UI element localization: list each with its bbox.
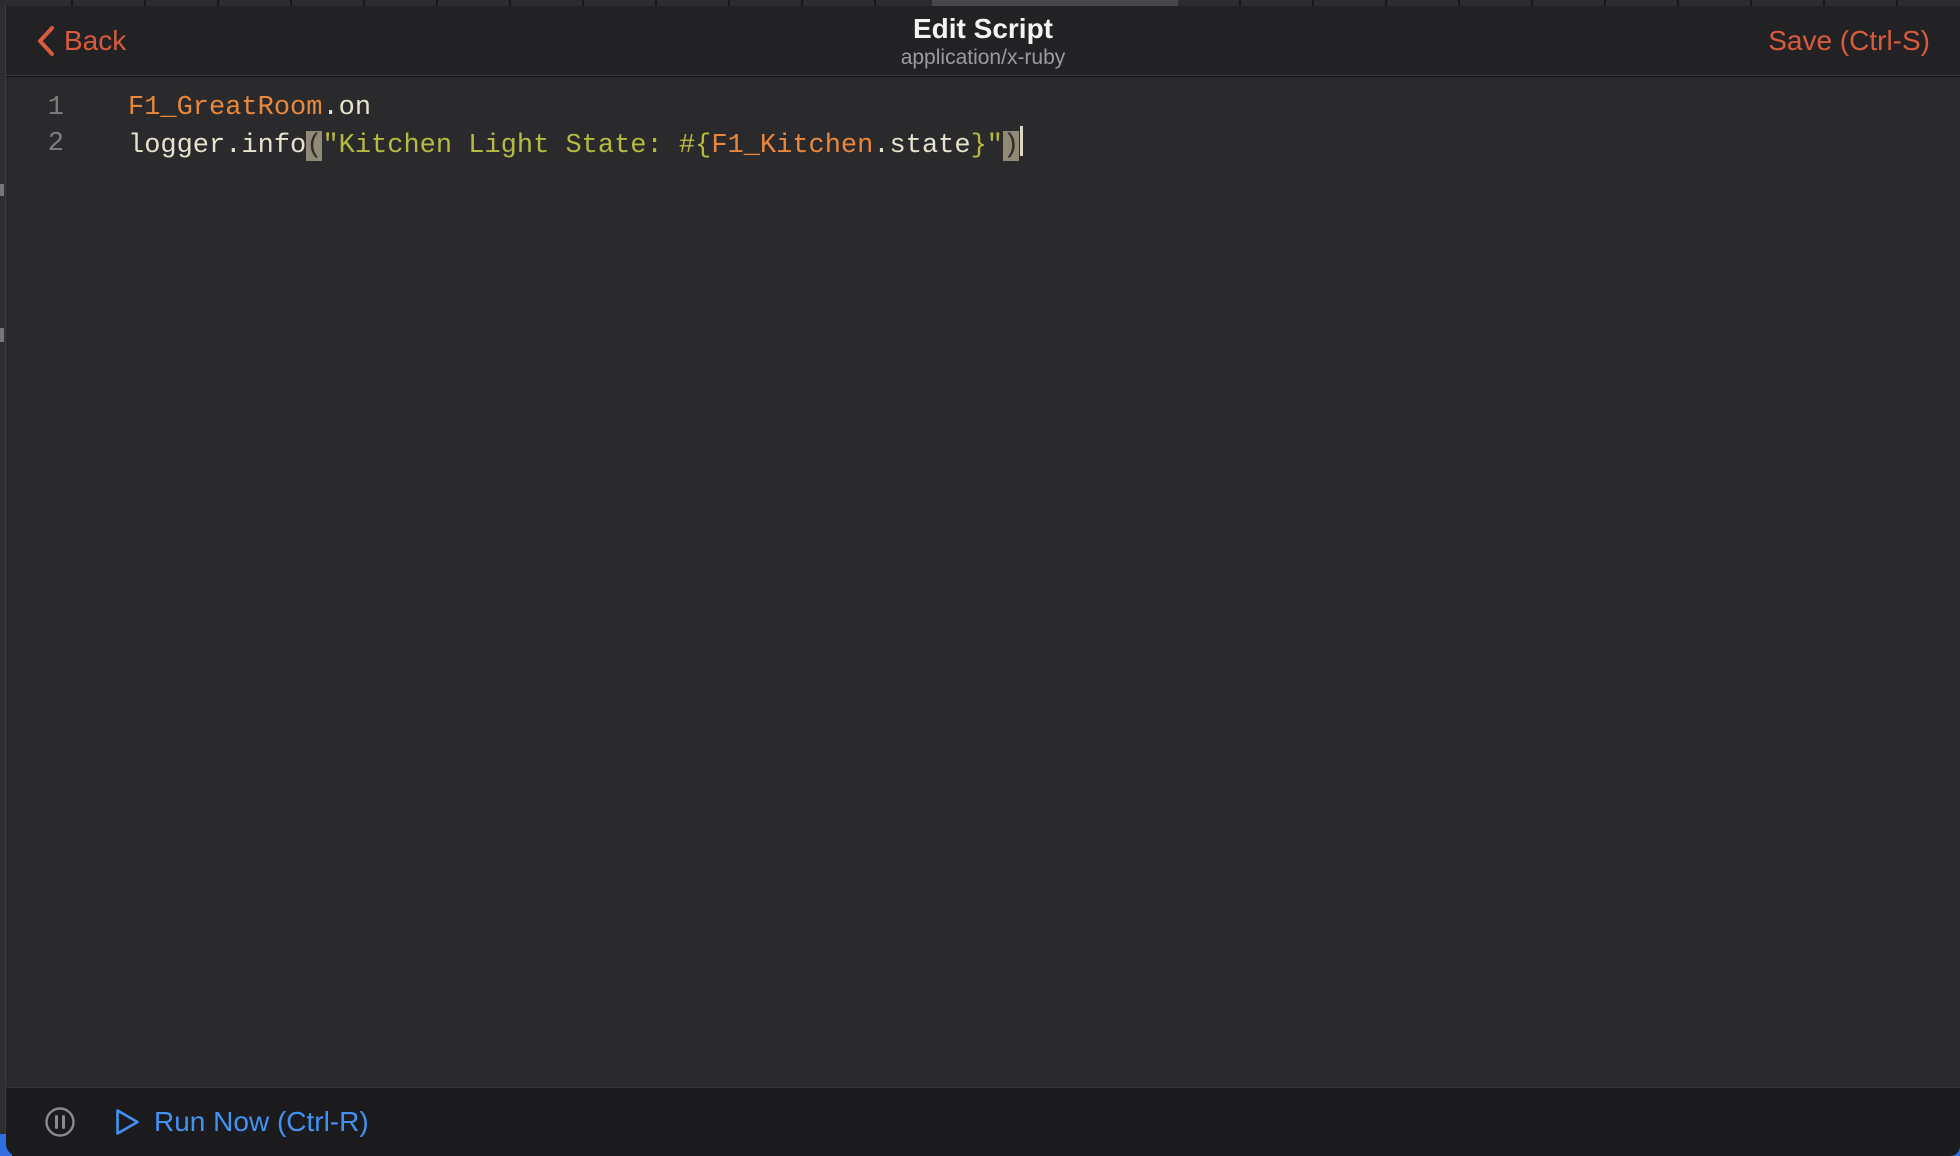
- edit-script-sheet: Back Edit Script application/x-ruby Save…: [6, 6, 1960, 1156]
- code-text: logger.info("Kitchen Light State: #{F1_K…: [64, 126, 1023, 162]
- play-outline-icon: [114, 1107, 141, 1137]
- code-token-plain: .on: [322, 93, 371, 123]
- code-token-plain: .state: [873, 131, 970, 161]
- chevron-left-icon: [36, 25, 55, 57]
- code-token-bracket: (: [306, 131, 322, 161]
- background-page-fragment: [0, 328, 4, 342]
- pause-circle-icon: [44, 1106, 76, 1138]
- page-subtitle: application/x-ruby: [901, 46, 1066, 70]
- code-token-constant: F1_Kitchen: [711, 131, 873, 161]
- code-token-constant: F1_GreatRoom: [128, 93, 322, 123]
- header-bar: Back Edit Script application/x-ruby Save…: [6, 6, 1960, 76]
- save-button[interactable]: Save (Ctrl-S): [1768, 25, 1930, 57]
- run-now-button[interactable]: Run Now (Ctrl-R): [114, 1106, 369, 1138]
- line-number: 1: [6, 90, 64, 126]
- code-line[interactable]: 1F1_GreatRoom.on: [6, 90, 1960, 126]
- code-token-plain: logger.info: [128, 131, 306, 161]
- back-button-label: Back: [64, 25, 126, 57]
- line-number: 2: [6, 126, 64, 162]
- code-text: F1_GreatRoom.on: [64, 90, 371, 126]
- background-page-fragment: [0, 184, 4, 196]
- run-now-label: Run Now (Ctrl-R): [154, 1106, 369, 1138]
- code-editor[interactable]: 1F1_GreatRoom.on2logger.info("Kitchen Li…: [6, 77, 1960, 1087]
- code-token-bracket: ): [1003, 131, 1019, 161]
- code-lines: 1F1_GreatRoom.on2logger.info("Kitchen Li…: [6, 90, 1960, 162]
- pause-button[interactable]: [44, 1106, 76, 1138]
- page-title: Edit Script: [901, 14, 1066, 44]
- header-title-block: Edit Script application/x-ruby: [901, 14, 1066, 70]
- code-line[interactable]: 2logger.info("Kitchen Light State: #{F1_…: [6, 126, 1960, 162]
- text-caret: [1020, 126, 1023, 156]
- code-token-string: "Kitchen Light State: #{: [322, 131, 711, 161]
- footer-toolbar: Run Now (Ctrl-R): [6, 1087, 1960, 1156]
- back-button[interactable]: Back: [36, 25, 126, 57]
- code-token-string: }": [971, 131, 1003, 161]
